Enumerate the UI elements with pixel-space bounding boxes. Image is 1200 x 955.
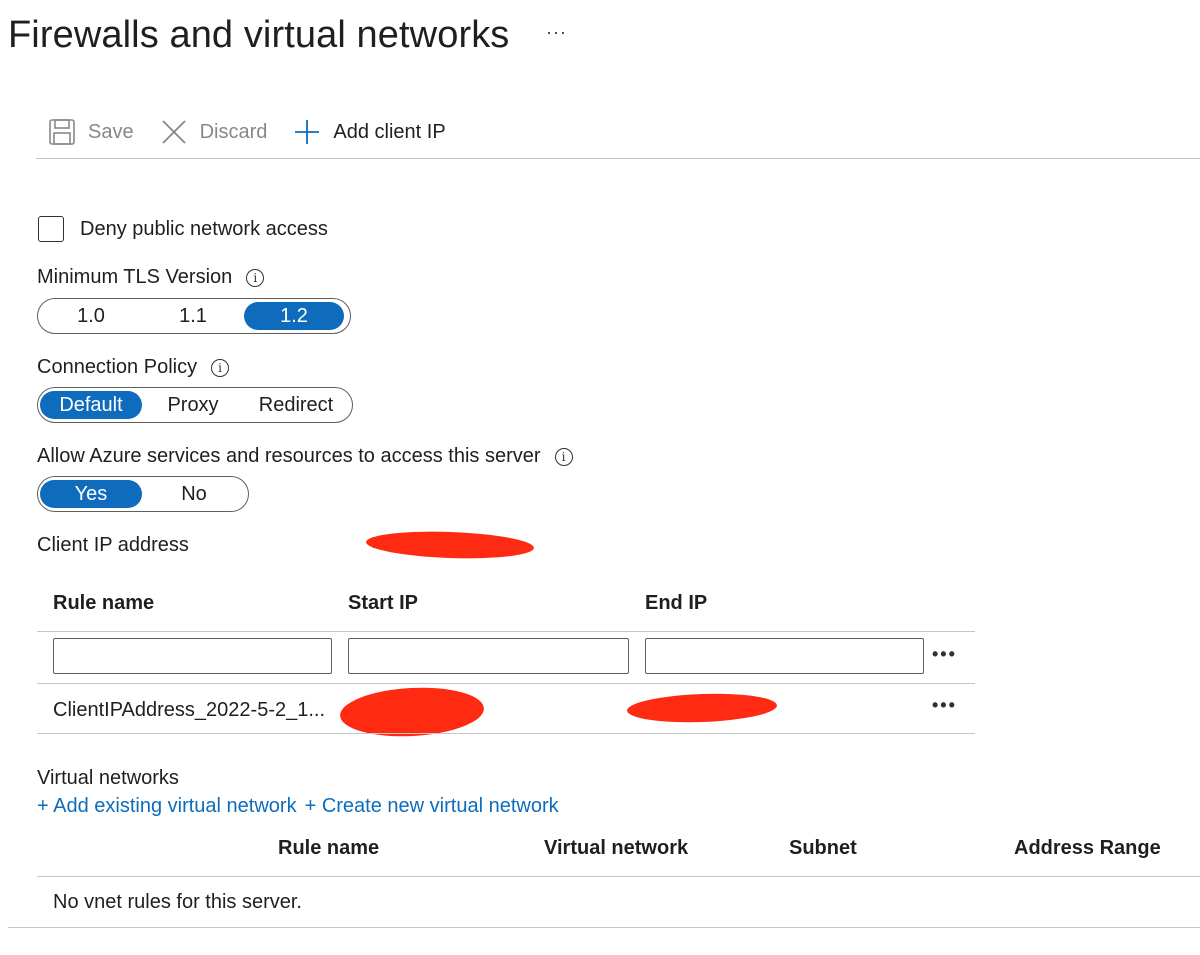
azure-access-toggle: Yes No xyxy=(37,476,249,512)
tls-label: Minimum TLS Version xyxy=(37,266,233,288)
add-existing-vnet-link[interactable]: + Add existing virtual network xyxy=(37,795,297,818)
connection-policy-toggle: Default Proxy Redirect xyxy=(37,387,353,423)
rule-name-input[interactable] xyxy=(53,638,332,674)
column-header-virtual-network: Virtual network xyxy=(544,837,689,859)
client-ip-label: Client IP address xyxy=(37,534,189,556)
tls-option-1-2[interactable]: 1.2 xyxy=(244,302,344,330)
deny-public-access-label: Deny public network access xyxy=(80,217,328,240)
row-more-button[interactable]: ••• xyxy=(932,644,957,665)
table-divider xyxy=(37,631,975,632)
command-bar: Save Discard Add client IP xyxy=(48,112,472,152)
azure-access-label-row: Allow Azure services and resources to ac… xyxy=(37,445,573,468)
column-header-rule-name: Rule name xyxy=(53,592,155,614)
azure-access-label: Allow Azure services and resources to ac… xyxy=(37,445,541,467)
info-icon[interactable]: i xyxy=(211,358,230,377)
column-header-address-range: Address Range xyxy=(1014,837,1161,859)
create-new-vnet-link[interactable]: + Create new virtual network xyxy=(305,795,559,818)
plus-icon xyxy=(295,120,320,144)
save-button[interactable]: Save xyxy=(48,118,134,146)
start-ip-input[interactable] xyxy=(348,638,629,674)
discard-label: Discard xyxy=(199,120,268,143)
virtual-networks-label: Virtual networks xyxy=(37,767,179,789)
save-icon xyxy=(49,119,75,145)
add-client-ip-label: Add client IP xyxy=(333,120,446,143)
deny-public-access-checkbox[interactable] xyxy=(38,216,64,242)
toolbar-divider xyxy=(36,158,1200,159)
table-divider xyxy=(37,683,975,684)
end-ip-input[interactable] xyxy=(645,638,924,674)
column-header-vnet-rule-name: Rule name xyxy=(278,837,380,859)
policy-option-default[interactable]: Default xyxy=(40,391,142,419)
table-divider xyxy=(8,927,1200,928)
close-icon xyxy=(161,120,186,144)
redaction-mark xyxy=(338,684,486,740)
redaction-mark xyxy=(626,691,778,725)
table-divider xyxy=(37,876,1200,877)
policy-option-redirect[interactable]: Redirect xyxy=(244,391,348,419)
connection-policy-label: Connection Policy xyxy=(37,356,198,378)
info-icon[interactable]: i xyxy=(246,268,265,287)
row-more-button[interactable]: ••• xyxy=(932,695,957,716)
column-header-end-ip: End IP xyxy=(645,592,708,614)
policy-option-proxy[interactable]: Proxy xyxy=(142,391,244,419)
deny-public-access-row: Deny public network access xyxy=(38,216,328,242)
table-divider xyxy=(37,733,975,734)
page-title: Firewalls and virtual networks xyxy=(8,14,510,56)
tls-option-1-1[interactable]: 1.1 xyxy=(142,302,244,330)
info-icon[interactable]: i xyxy=(554,447,573,466)
connection-policy-label-row: Connection Policy i xyxy=(37,356,230,379)
column-header-subnet: Subnet xyxy=(789,837,857,859)
redaction-mark xyxy=(365,529,535,561)
rule-name-cell: ClientIPAddress_2022-5-2_1... xyxy=(53,699,326,721)
tls-label-row: Minimum TLS Version i xyxy=(37,266,265,289)
empty-vnet-message: No vnet rules for this server. xyxy=(53,891,302,913)
tls-version-toggle: 1.0 1.1 1.2 xyxy=(37,298,351,334)
azure-access-yes[interactable]: Yes xyxy=(40,480,142,508)
save-label: Save xyxy=(88,120,134,143)
tls-option-1-0[interactable]: 1.0 xyxy=(40,302,142,330)
column-header-start-ip: Start IP xyxy=(348,592,419,614)
discard-button[interactable]: Discard xyxy=(160,118,268,146)
azure-access-no[interactable]: No xyxy=(142,480,246,508)
add-client-ip-button[interactable]: Add client IP xyxy=(293,118,446,146)
vnet-actions: + Add existing virtual network + Create … xyxy=(37,795,559,818)
more-options-button[interactable]: ··· xyxy=(546,22,567,43)
